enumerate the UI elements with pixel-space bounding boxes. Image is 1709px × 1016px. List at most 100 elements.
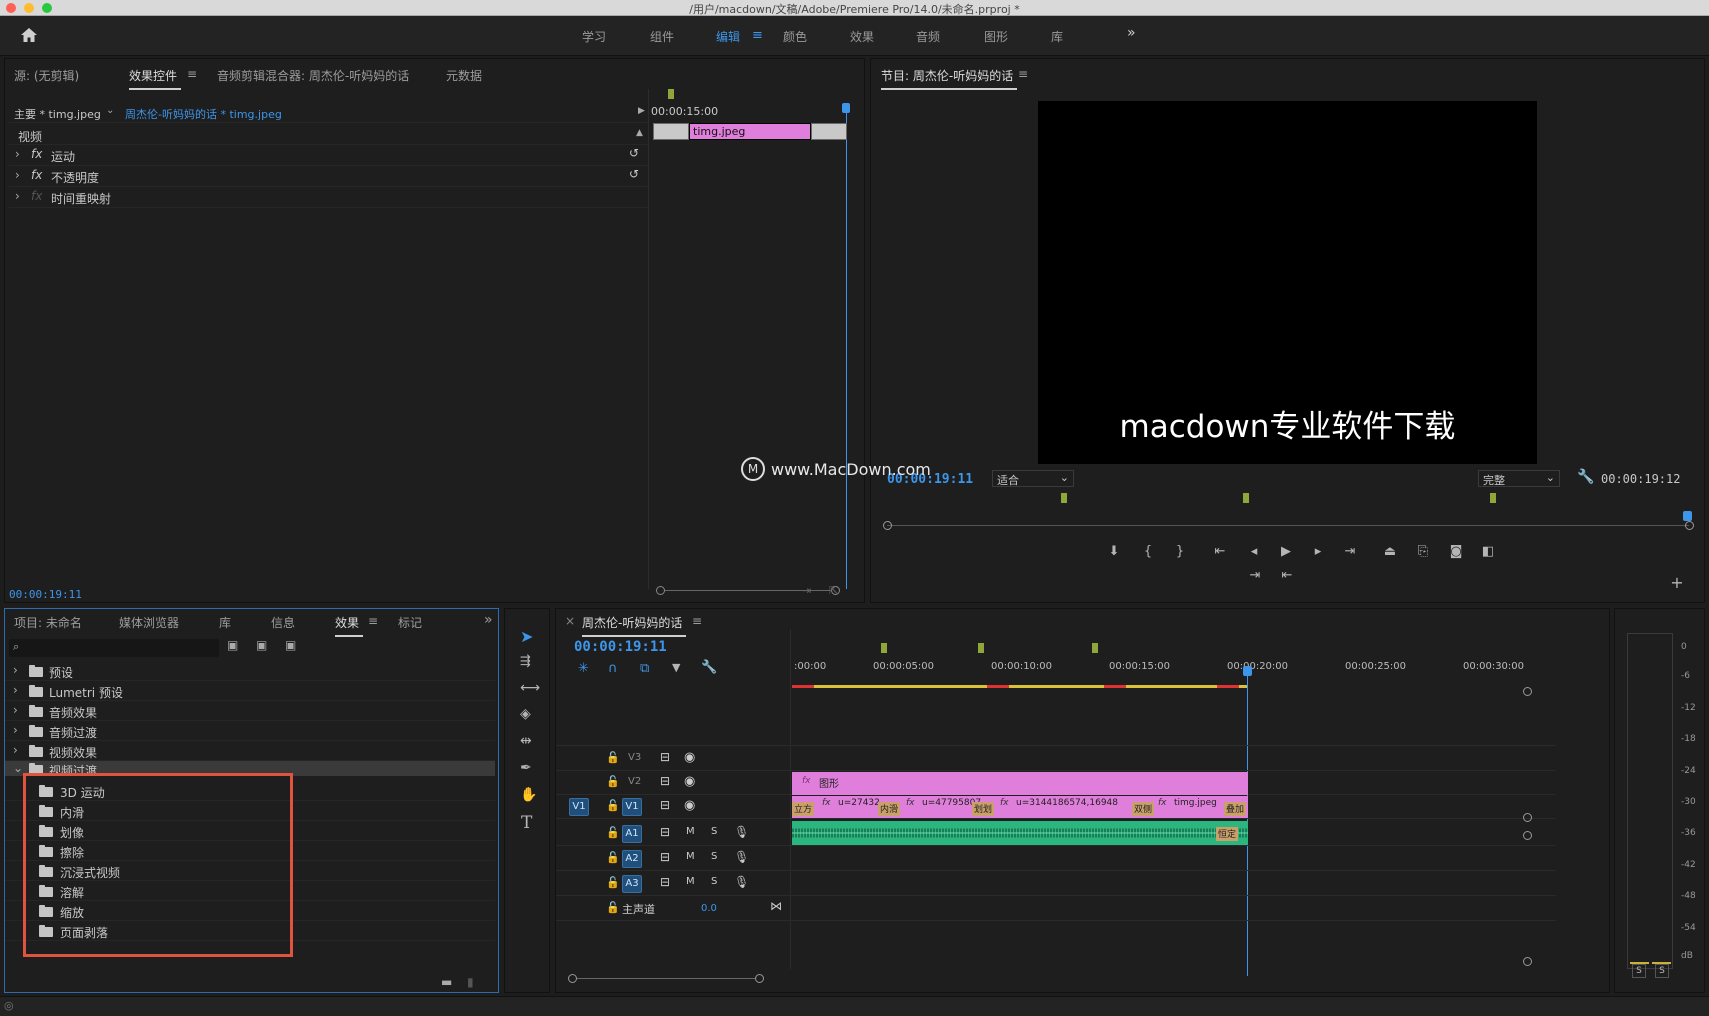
transition-clip[interactable]: 双侧	[1132, 802, 1154, 816]
zoom-level-select[interactable]: 适合 ⌄	[992, 470, 1074, 487]
workspace-assembly[interactable]: 组件	[650, 28, 674, 45]
chevron-right-icon[interactable]: ›	[13, 743, 18, 757]
chevron-right-icon[interactable]: ›	[13, 683, 18, 697]
tab-effect-controls[interactable]: 效果控件	[129, 67, 182, 90]
eye-icon[interactable]: ◉	[684, 750, 695, 765]
chevron-down-icon[interactable]: ⌄	[106, 105, 114, 116]
sync-lock-icon[interactable]: ⊟	[660, 875, 670, 889]
close-sequence-icon[interactable]: ×	[565, 614, 575, 628]
mini-clip[interactable]: timg.jpeg	[689, 123, 811, 140]
property-row[interactable]: › fx 时间重映射	[9, 187, 649, 208]
property-motion[interactable]: 运动	[51, 148, 75, 165]
lock-icon[interactable]: 🔓	[606, 799, 620, 812]
transition-clip[interactable]: 立方	[792, 802, 814, 816]
marker-icon[interactable]	[881, 643, 887, 653]
solo-button[interactable]: S	[711, 826, 717, 837]
track-target-a2[interactable]: A2	[622, 850, 642, 868]
lock-icon[interactable]: 🔓	[606, 901, 620, 914]
step-back-icon[interactable]: ◂	[1243, 544, 1265, 559]
marker-icon[interactable]	[978, 643, 984, 653]
panel-menu-icon[interactable]: ≡	[692, 614, 702, 628]
hand-tool-icon[interactable]: ✋	[520, 787, 537, 803]
go-to-in-icon[interactable]: ⇤	[1209, 544, 1231, 559]
workspace-effects[interactable]: 效果	[850, 28, 874, 45]
sequence-clip-label[interactable]: 周杰伦-听妈妈的话 * timg.jpeg	[125, 106, 282, 122]
slip-tool-icon[interactable]: ⇹	[520, 733, 532, 749]
snap-magnet-icon[interactable]: ∩	[608, 661, 618, 676]
solo-left-button[interactable]: S	[1632, 964, 1646, 978]
track-label[interactable]: V2	[628, 776, 641, 787]
lock-icon[interactable]: 🔓	[606, 826, 620, 839]
workspace-audio[interactable]: 音频	[916, 28, 940, 45]
mark-in-icon[interactable]: {	[1137, 544, 1159, 559]
transition-clip[interactable]: 内滑	[878, 802, 900, 816]
h-scroll-left-handle[interactable]	[568, 974, 577, 983]
tab-markers[interactable]: 标记	[398, 614, 422, 631]
sync-lock-icon[interactable]: ⊟	[660, 825, 670, 839]
v-scroll-handle[interactable]	[1523, 687, 1532, 696]
graphic-clip[interactable]: fx 图形	[792, 772, 1248, 795]
source-patch-v1[interactable]: V1	[569, 798, 589, 816]
tree-folder[interactable]: › 音频效果	[5, 701, 495, 721]
go-to-edit-icon[interactable]: ⋈	[770, 899, 782, 913]
chevron-right-icon[interactable]: ›	[13, 723, 18, 737]
camera-icon[interactable]: ◙	[1445, 544, 1467, 559]
master-volume-value[interactable]: 0.0	[701, 903, 717, 914]
lock-icon[interactable]: 🔓	[606, 775, 620, 788]
playback-resolution-select[interactable]: 完整 ⌄	[1478, 470, 1560, 487]
wrench-icon[interactable]: 🔧	[1577, 469, 1594, 485]
property-time-remapping[interactable]: 时间重映射	[51, 190, 111, 207]
v1-clip-strip[interactable]: 立方 fx u=27432 内滑 fx u=47795807 划划 fx u=3…	[792, 796, 1248, 818]
workspace-editing[interactable]: 编辑	[716, 28, 740, 45]
tab-source[interactable]: 源: (无剪辑)	[14, 67, 79, 84]
property-row[interactable]: › fx 不透明度 ↺	[9, 166, 649, 187]
mute-button[interactable]: M	[686, 876, 695, 887]
sync-lock-icon[interactable]: ⊟	[660, 774, 670, 788]
tree-folder[interactable]: › Lumetri 预设	[5, 681, 495, 701]
marker-icon[interactable]	[1061, 493, 1067, 503]
razor-tool-icon[interactable]: ◈	[520, 706, 531, 722]
workspace-learn[interactable]: 学习	[582, 28, 606, 45]
panel-menu-icon[interactable]: ≡	[187, 67, 197, 81]
lock-icon[interactable]: 🔓	[606, 876, 620, 889]
new-bin-icon[interactable]: ▬	[441, 975, 452, 989]
compare-icon[interactable]: ◧	[1477, 544, 1499, 559]
button-editor-icon[interactable]: +	[1666, 573, 1688, 592]
sequence-tab[interactable]: 周杰伦-听妈妈的话	[582, 614, 687, 637]
play-only-audio-icon[interactable]: ▶	[638, 106, 645, 116]
32bit-effects-icon[interactable]: ▣	[256, 638, 267, 652]
type-tool-icon[interactable]: T	[521, 813, 532, 833]
scrubber-right-handle[interactable]	[1685, 521, 1694, 530]
tab-effects[interactable]: 效果	[335, 614, 364, 637]
workspace-menu-icon[interactable]: ≡	[752, 28, 763, 43]
reset-icon[interactable]: ↺	[629, 146, 639, 160]
eye-icon[interactable]: ◉	[684, 798, 695, 813]
insert-icon[interactable]: ⇥	[1244, 568, 1266, 583]
transition-out[interactable]	[811, 123, 847, 140]
tab-libraries[interactable]: 库	[219, 614, 231, 631]
tree-folder[interactable]: › 音频过渡	[5, 721, 495, 741]
nest-icon[interactable]: ✳	[578, 661, 589, 676]
workspace-color[interactable]: 颜色	[783, 28, 807, 45]
mark-out-icon[interactable]: }	[1169, 544, 1191, 559]
solo-button[interactable]: S	[711, 876, 717, 887]
marker-icon[interactable]	[1490, 493, 1496, 503]
trash-icon[interactable]: ▮	[467, 975, 474, 989]
scrubber-left-handle[interactable]	[883, 521, 892, 530]
effect-controls-timecode[interactable]: 00:00:19:11	[9, 588, 82, 601]
panel-menu-icon[interactable]: ≡	[1018, 67, 1028, 81]
workspace-graphics[interactable]: 图形	[984, 28, 1008, 45]
track-select-tool-icon[interactable]: ⇶	[520, 654, 531, 669]
tab-project[interactable]: 项目: 未命名	[14, 614, 82, 631]
transition-in[interactable]	[653, 123, 689, 140]
tab-media-browser[interactable]: 媒体浏览器	[119, 614, 179, 631]
scroll-handle-left[interactable]	[656, 586, 665, 595]
search-input[interactable]: ⌕	[9, 639, 219, 657]
time-ruler[interactable]: :00:00 00:00:05:00 00:00:10:00 00:00:15:…	[792, 629, 1552, 689]
overwrite-icon[interactable]: ⇤	[1276, 568, 1298, 583]
panel-menu-icon[interactable]: ≡	[368, 614, 378, 628]
track-target-a3[interactable]: A3	[622, 875, 642, 893]
chevron-down-icon[interactable]: ⌄	[13, 761, 23, 775]
linked-selection-icon[interactable]: ⧉	[640, 661, 649, 676]
add-marker-icon[interactable]: ▼	[672, 661, 680, 674]
